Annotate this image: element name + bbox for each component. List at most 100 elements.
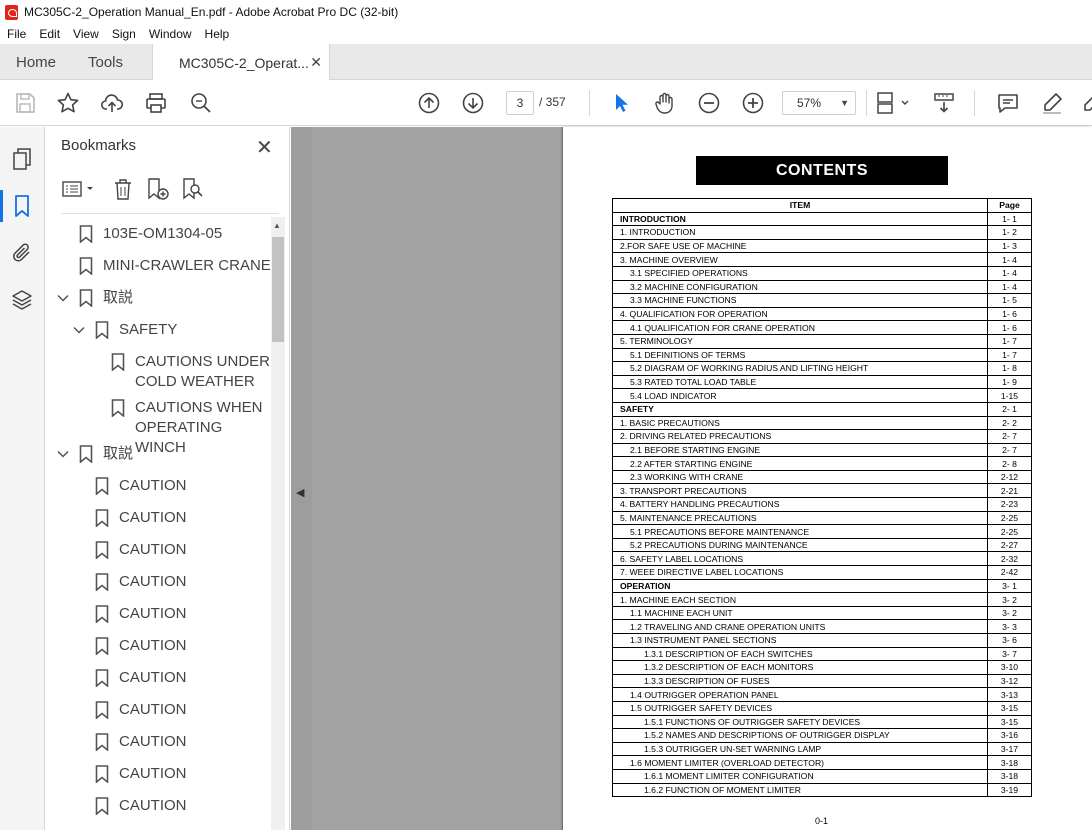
save-icon[interactable] xyxy=(13,91,37,115)
bookmark-item[interactable]: CAUTION xyxy=(95,476,187,496)
star-icon[interactable] xyxy=(56,91,80,115)
chevron-down-icon[interactable] xyxy=(57,448,69,460)
scroll-up-icon[interactable]: ▲ xyxy=(273,221,281,230)
toc-page: 1- 7 xyxy=(987,333,1032,349)
bookmark-label: CAUTIONS WHEN OPERATING WINCH xyxy=(135,399,263,456)
menu-view[interactable]: View xyxy=(66,27,105,41)
bookmark-label: 取説 xyxy=(103,445,134,462)
bookmark-search-icon[interactable] xyxy=(180,177,203,201)
hand-tool-icon[interactable] xyxy=(653,91,677,115)
bookmark-item[interactable]: CAUTION xyxy=(95,796,187,816)
layers-icon[interactable] xyxy=(10,288,34,312)
bookmark-item[interactable]: CAUTION xyxy=(95,764,187,784)
table-row: 3. TRANSPORT PRECAUTIONS 2-21 xyxy=(612,483,1032,499)
scrollbar-thumb[interactable] xyxy=(272,237,284,342)
table-row: 1.3.3 DESCRIPTION OF FUSES 3-12 xyxy=(612,673,1032,689)
toc-item: 1.4 OUTRIGGER OPERATION PANEL xyxy=(612,687,988,702)
bookmark-item[interactable]: CAUTIONS WHEN OPERATING WINCH xyxy=(111,398,271,458)
page-number-input[interactable]: 3 xyxy=(506,91,534,115)
page-fit-icon[interactable] xyxy=(876,91,910,115)
page-thumbnails-icon[interactable] xyxy=(10,147,34,171)
table-row: 1.5.3 OUTRIGGER UN-SET WARNING LAMP 3-17 xyxy=(612,741,1032,757)
select-cursor-icon[interactable] xyxy=(609,91,633,115)
bookmark-icon xyxy=(95,669,109,687)
toc-item: 1.5.2 NAMES AND DESCRIPTIONS OF OUTRIGGE… xyxy=(612,728,988,743)
bookmark-item[interactable]: CAUTION xyxy=(95,540,187,560)
bookmark-item[interactable]: 103E-OM1304-05 xyxy=(79,224,222,244)
draw-icon[interactable] xyxy=(1080,91,1092,115)
bookmark-panel-icon[interactable] xyxy=(0,190,34,222)
zoom-search-icon[interactable] xyxy=(189,91,213,115)
table-row: 1.5.2 NAMES AND DESCRIPTIONS OF OUTRIGGE… xyxy=(612,728,1032,743)
collapse-panel-icon[interactable]: ◀ xyxy=(296,486,304,499)
column-header-item: ITEM xyxy=(612,198,988,213)
bookmark-item[interactable]: CAUTION xyxy=(95,636,187,656)
bookmark-icon xyxy=(111,353,125,371)
toc-item: 1.2 TRAVELING AND CRANE OPERATION UNITS xyxy=(612,619,988,634)
next-page-icon[interactable] xyxy=(461,91,485,115)
menu-file[interactable]: File xyxy=(0,27,32,41)
close-panel-icon[interactable]: ✕ xyxy=(256,135,273,160)
bookmark-item[interactable]: CAUTION xyxy=(95,572,187,592)
print-icon[interactable] xyxy=(144,91,168,115)
menu-help[interactable]: Help xyxy=(198,27,236,41)
bookmark-item[interactable]: CAUTIONS UNDER COLD WEATHER xyxy=(111,352,271,392)
menu-edit[interactable]: Edit xyxy=(32,27,66,41)
bookmark-label: CAUTIONS UNDER COLD WEATHER xyxy=(135,353,271,390)
bookmark-item[interactable]: SAFETY xyxy=(73,320,177,340)
bookmark-options-icon[interactable] xyxy=(62,177,96,201)
bookmark-label: CAUTION xyxy=(119,509,187,526)
toc-page: 2- 7 xyxy=(987,429,1032,444)
bookmark-label: 103E-OM1304-05 xyxy=(103,225,223,242)
toc-item: 4.1 QUALIFICATION FOR CRANE OPERATION xyxy=(612,320,988,335)
menu-bar: File Edit View Sign Window Help xyxy=(0,24,1092,44)
chevron-down-icon[interactable] xyxy=(57,292,69,304)
menu-window[interactable]: Window xyxy=(142,27,198,41)
delete-bookmark-icon[interactable] xyxy=(112,177,134,201)
bookmark-item[interactable]: 取説 xyxy=(57,288,133,308)
menu-sign[interactable]: Sign xyxy=(105,27,142,41)
table-row: INTRODUCTION 1- 1 xyxy=(612,211,1032,227)
new-bookmark-icon[interactable] xyxy=(145,177,169,201)
previous-page-icon[interactable] xyxy=(417,91,441,115)
table-row: 1.3.1 DESCRIPTION OF EACH SWITCHES 3- 7 xyxy=(612,646,1032,662)
bookmark-label: CAUTION xyxy=(119,765,187,782)
bookmark-icon xyxy=(95,701,109,719)
bookmark-item[interactable]: CAUTION xyxy=(95,508,187,528)
table-row: 1. MACHINE EACH SECTION 3- 2 xyxy=(612,592,1032,607)
bookmark-item[interactable]: CAUTION xyxy=(95,668,187,688)
zoom-in-icon[interactable] xyxy=(741,91,765,115)
table-row: 1. BASIC PRECAUTIONS 2- 2 xyxy=(612,415,1032,431)
tab-document[interactable]: MC305C-2_Operat... ✕ xyxy=(152,44,330,81)
zoom-out-icon[interactable] xyxy=(697,91,721,115)
highlight-pen-icon[interactable] xyxy=(1040,91,1064,115)
toc-page: 3- 3 xyxy=(987,619,1032,634)
previous-page-edge xyxy=(312,127,563,830)
bookmark-icon xyxy=(79,257,93,275)
bookmark-icon xyxy=(79,445,93,463)
attachment-icon[interactable] xyxy=(10,241,34,265)
bookmark-item[interactable]: 取説 xyxy=(57,444,134,464)
bookmarks-scrollbar[interactable]: ▲ xyxy=(271,217,285,830)
zoom-level-select[interactable]: 57% ▼ xyxy=(782,91,856,115)
chevron-down-icon[interactable] xyxy=(73,324,85,336)
bookmark-item[interactable]: CAUTION xyxy=(95,700,187,720)
scroll-mode-icon[interactable] xyxy=(932,91,956,115)
bookmark-label: CAUTION xyxy=(119,541,187,558)
toc-item: 5.3 RATED TOTAL LOAD TABLE xyxy=(612,374,988,390)
toc-page: 1- 6 xyxy=(987,306,1032,322)
toc-page: 2- 7 xyxy=(987,442,1032,458)
comment-icon[interactable] xyxy=(996,91,1020,115)
cloud-upload-icon[interactable] xyxy=(100,91,124,115)
bookmarks-toolbar xyxy=(59,177,289,203)
bookmark-item[interactable]: MINI-CRAWLER CRANE xyxy=(79,256,271,276)
toc-item: 1.6.1 MOMENT LIMITER CONFIGURATION xyxy=(612,768,988,784)
tab-tools[interactable]: Tools xyxy=(88,44,123,80)
bookmark-item[interactable]: CAUTION xyxy=(95,604,187,624)
table-row: 2.1 BEFORE STARTING ENGINE 2- 7 xyxy=(612,442,1032,458)
close-icon[interactable]: ✕ xyxy=(310,54,322,71)
bookmark-item[interactable]: CAUTION xyxy=(95,732,187,752)
title-bar: MC305C-2_Operation Manual_En.pdf - Adobe… xyxy=(0,0,1092,24)
tab-home[interactable]: Home xyxy=(16,44,56,80)
table-row: 1. INTRODUCTION 1- 2 xyxy=(612,225,1032,240)
